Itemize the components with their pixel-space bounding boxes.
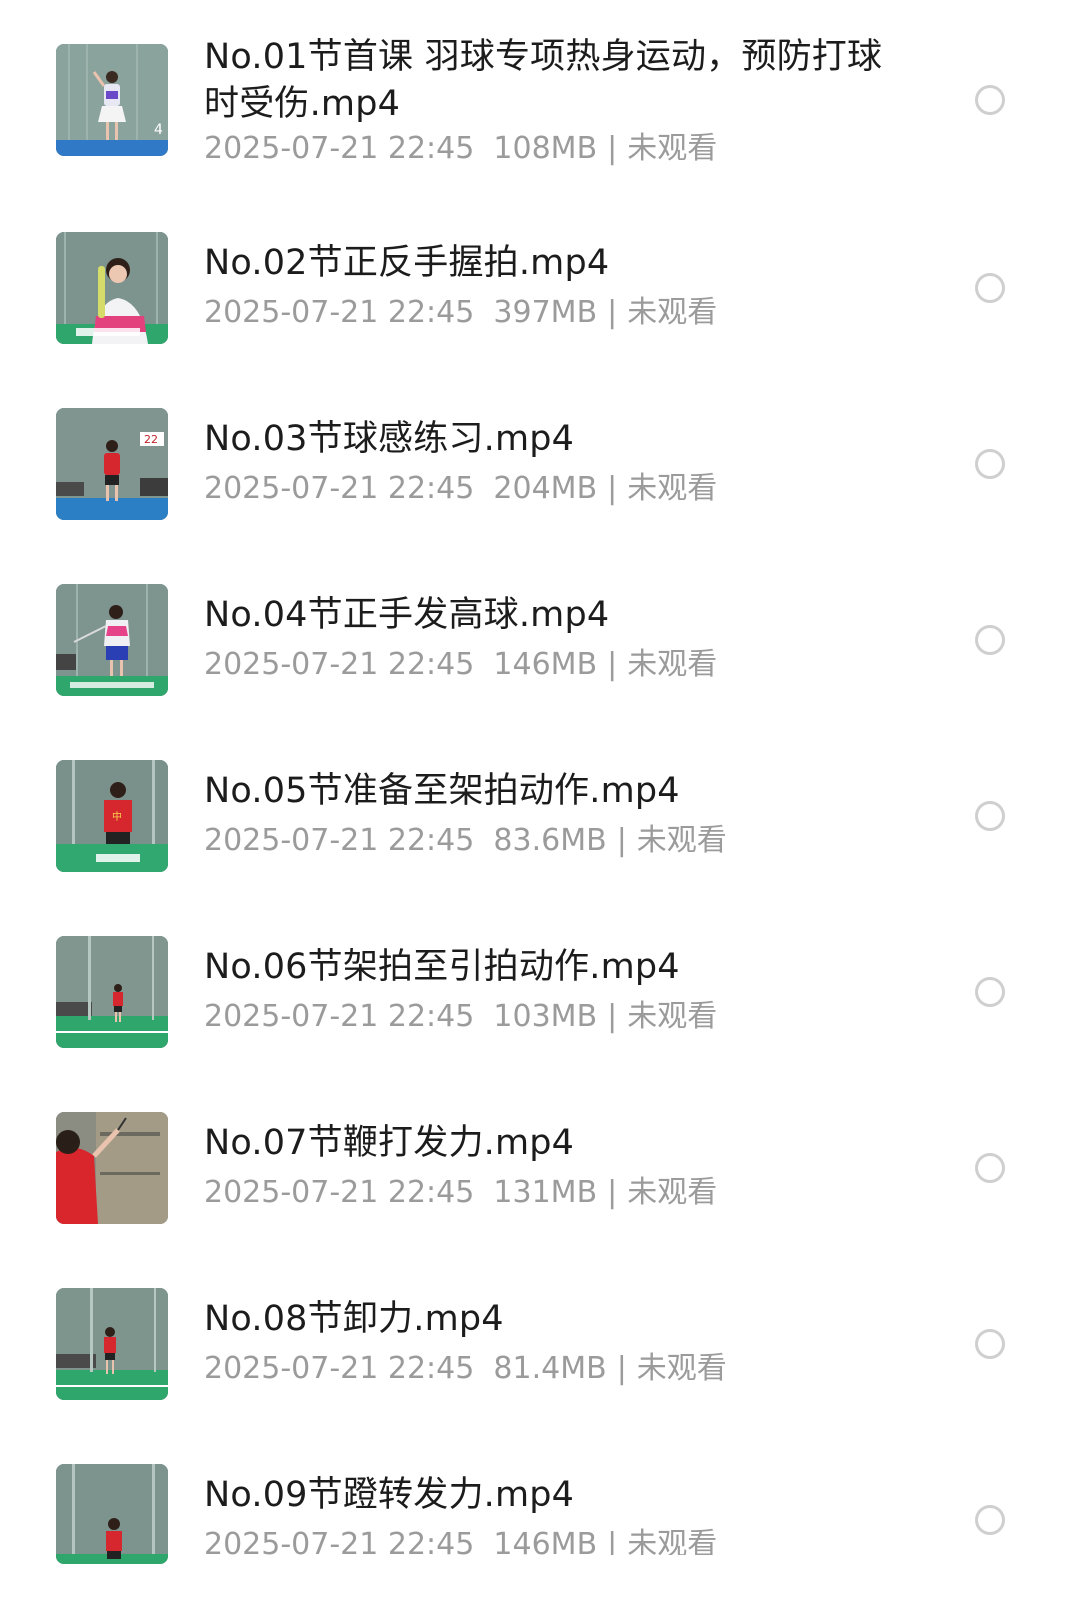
video-thumbnail[interactable] bbox=[56, 584, 168, 696]
file-size: 108MB bbox=[493, 131, 598, 166]
select-radio-button[interactable] bbox=[975, 273, 1005, 303]
meta-separator: | bbox=[607, 295, 618, 330]
file-row[interactable]: 4 No.01节首课 羽球专项热身运动，预防打球时受伤.mp4 2025-07-… bbox=[0, 0, 1080, 176]
video-thumbnail[interactable] bbox=[56, 936, 168, 1048]
file-date: 2025-07-21 22:45 bbox=[204, 647, 475, 682]
file-meta: 2025-07-21 22:45 131MB | 未观看 bbox=[204, 1173, 924, 1213]
file-row[interactable]: No.08节卸力.mp4 2025-07-21 22:45 81.4MB | 未观看 bbox=[0, 1232, 1080, 1408]
file-size: 204MB bbox=[493, 471, 598, 506]
video-thumbnail[interactable] bbox=[56, 1112, 168, 1224]
meta-separator: | bbox=[607, 1527, 618, 1555]
file-name: No.09节蹬转发力.mp4 bbox=[204, 1475, 575, 1515]
meta-separator: | bbox=[607, 1175, 618, 1210]
file-name: No.03节球感练习.mp4 bbox=[204, 419, 575, 459]
file-size: 146MB bbox=[493, 1527, 598, 1555]
file-size: 83.6MB bbox=[493, 823, 607, 858]
video-thumbnail[interactable]: 4 bbox=[56, 44, 168, 156]
meta-separator: | bbox=[616, 1351, 627, 1386]
watch-status: 未观看 bbox=[636, 1351, 727, 1386]
file-name: No.07节鞭打发力.mp4 bbox=[204, 1123, 575, 1163]
svg-text:4: 4 bbox=[154, 122, 163, 138]
file-meta: 2025-07-21 22:45 146MB | 未观看 bbox=[204, 645, 924, 685]
select-radio-button[interactable] bbox=[975, 1329, 1005, 1359]
file-size: 103MB bbox=[493, 999, 598, 1034]
video-thumbnail[interactable]: 22 bbox=[56, 408, 168, 520]
video-thumbnail[interactable] bbox=[56, 1464, 168, 1564]
file-meta: 2025-07-21 22:45 103MB | 未观看 bbox=[204, 997, 924, 1037]
white-dress-player-icon: 4 bbox=[56, 44, 168, 156]
file-name: No.08节卸力.mp4 bbox=[204, 1299, 504, 1339]
grip-closeup-icon bbox=[56, 232, 168, 344]
red-shirt-player-icon: 22 bbox=[56, 408, 168, 520]
file-size: 81.4MB bbox=[493, 1351, 607, 1386]
swing-closeup-icon bbox=[56, 1112, 168, 1224]
video-thumbnail[interactable] bbox=[56, 232, 168, 344]
watch-status: 未观看 bbox=[627, 999, 718, 1034]
file-meta: 2025-07-21 22:45 397MB | 未观看 bbox=[204, 293, 924, 333]
select-radio-button[interactable] bbox=[975, 625, 1005, 655]
watch-status: 未观看 bbox=[636, 823, 727, 858]
select-radio-button[interactable] bbox=[975, 85, 1005, 115]
meta-separator: | bbox=[607, 471, 618, 506]
file-row[interactable]: 中 No.05节准备至架拍动作.mp4 2025-07-21 22:45 83.… bbox=[0, 704, 1080, 880]
file-meta: 2025-07-21 22:45 146MB | 未观看 bbox=[204, 1525, 924, 1555]
watch-status: 未观看 bbox=[627, 647, 718, 682]
video-thumbnail[interactable] bbox=[56, 1288, 168, 1400]
select-radio-button[interactable] bbox=[975, 1505, 1005, 1535]
select-radio-button[interactable] bbox=[975, 977, 1005, 1007]
file-date: 2025-07-21 22:45 bbox=[204, 1527, 475, 1555]
file-size: 131MB bbox=[493, 1175, 598, 1210]
file-row[interactable]: No.07节鞭打发力.mp4 2025-07-21 22:45 131MB | 未观… bbox=[0, 1056, 1080, 1232]
select-radio-button[interactable] bbox=[975, 449, 1005, 479]
svg-text:中: 中 bbox=[112, 810, 122, 823]
meta-separator: | bbox=[616, 823, 627, 858]
file-date: 2025-07-21 22:45 bbox=[204, 1351, 475, 1386]
court-wide-player-icon bbox=[56, 1288, 168, 1400]
file-date: 2025-07-21 22:45 bbox=[204, 823, 475, 858]
file-size: 397MB bbox=[493, 295, 598, 330]
file-row[interactable]: No.04节正手发高球.mp4 2025-07-21 22:45 146MB | 未… bbox=[0, 528, 1080, 704]
meta-separator: | bbox=[607, 999, 618, 1034]
file-meta: 2025-07-21 22:45 83.6MB | 未观看 bbox=[204, 821, 924, 861]
watch-status: 未观看 bbox=[627, 1527, 718, 1555]
video-thumbnail[interactable]: 中 bbox=[56, 760, 168, 872]
file-row[interactable]: No.02节正反手握拍.mp4 2025-07-21 22:45 397MB | 未… bbox=[0, 176, 1080, 352]
file-name: No.02节正反手握拍.mp4 bbox=[204, 243, 610, 283]
meta-separator: | bbox=[607, 131, 618, 166]
select-radio-button[interactable] bbox=[975, 801, 1005, 831]
file-row[interactable]: No.09节蹬转发力.mp4 2025-07-21 22:45 146MB | 未观… bbox=[0, 1408, 1080, 1584]
watch-status: 未观看 bbox=[627, 1175, 718, 1210]
file-date: 2025-07-21 22:45 bbox=[204, 1175, 475, 1210]
svg-text:22: 22 bbox=[144, 433, 158, 446]
red-shirt-player-icon bbox=[56, 1464, 168, 1564]
meta-separator: | bbox=[607, 647, 618, 682]
select-radio-button[interactable] bbox=[975, 1153, 1005, 1183]
file-date: 2025-07-21 22:45 bbox=[204, 131, 475, 166]
serve-player-icon bbox=[56, 584, 168, 696]
file-name: No.04节正手发高球.mp4 bbox=[204, 595, 610, 635]
file-date: 2025-07-21 22:45 bbox=[204, 999, 475, 1034]
watch-status: 未观看 bbox=[627, 471, 718, 506]
video-file-list: 4 No.01节首课 羽球专项热身运动，预防打球时受伤.mp4 2025-07-… bbox=[0, 0, 1080, 1603]
file-name: No.06节架拍至引拍动作.mp4 bbox=[204, 947, 680, 987]
file-date: 2025-07-21 22:45 bbox=[204, 295, 475, 330]
court-wide-player-icon bbox=[56, 936, 168, 1048]
file-row[interactable]: 22 No.03节球感练习.mp4 2025-07-21 22:45 204MB… bbox=[0, 352, 1080, 528]
watch-status: 未观看 bbox=[627, 131, 718, 166]
file-date: 2025-07-21 22:45 bbox=[204, 471, 475, 506]
file-size: 146MB bbox=[493, 647, 598, 682]
file-row[interactable]: No.06节架拍至引拍动作.mp4 2025-07-21 22:45 103MB… bbox=[0, 880, 1080, 1056]
watch-status: 未观看 bbox=[627, 295, 718, 330]
red-shirt-player-icon: 中 bbox=[56, 760, 168, 872]
file-meta: 2025-07-21 22:45 81.4MB | 未观看 bbox=[204, 1349, 924, 1389]
file-meta: 2025-07-21 22:45 108MB | 未观看 bbox=[204, 129, 924, 169]
file-meta: 2025-07-21 22:45 204MB | 未观看 bbox=[204, 469, 924, 509]
file-name: No.01节首课 羽球专项热身运动，预防打球时受伤.mp4 bbox=[204, 37, 883, 124]
file-name: No.05节准备至架拍动作.mp4 bbox=[204, 771, 680, 811]
